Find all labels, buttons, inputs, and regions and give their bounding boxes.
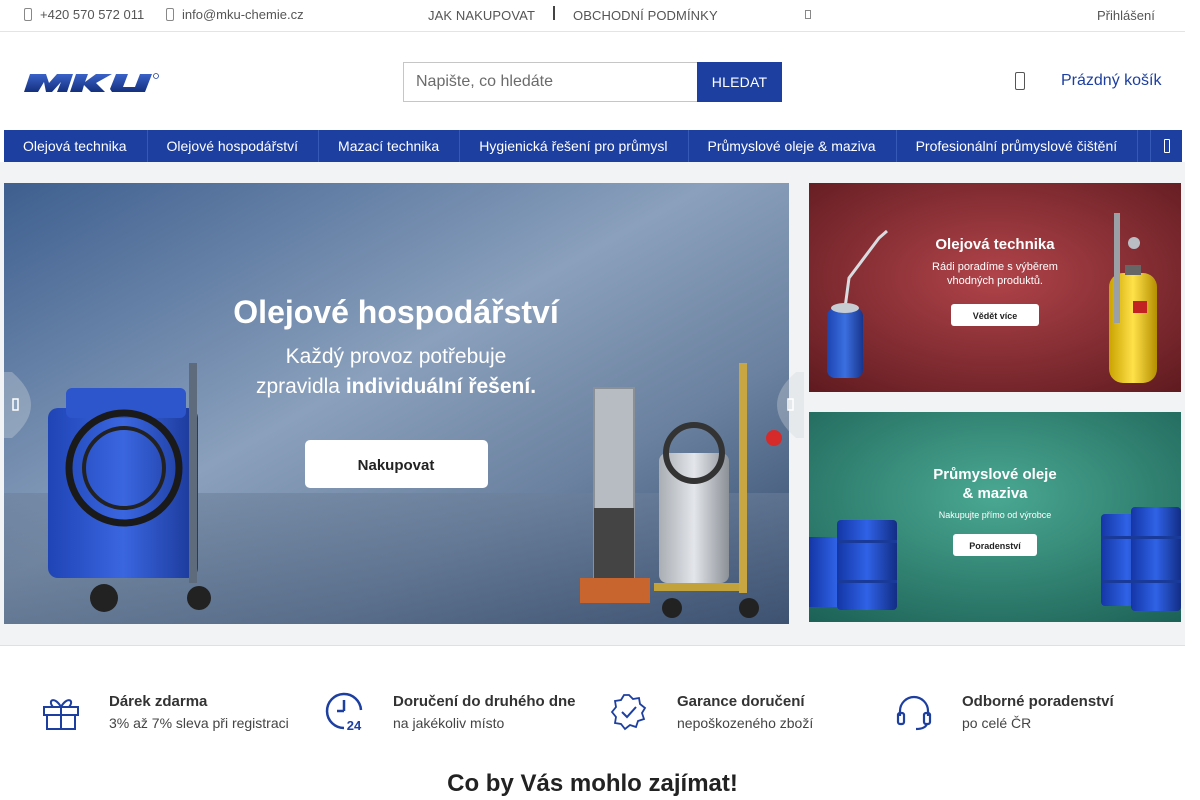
- benefit-subtitle: 3% až 7% sleva při registraci: [109, 715, 289, 731]
- benefit-subtitle: nepoškozeného zboží: [677, 715, 814, 731]
- more-icon: [1163, 139, 1170, 153]
- banner2-title1: Průmyslové oleje: [933, 466, 1056, 483]
- benefit-subtitle: na jakékoliv místo: [393, 715, 505, 731]
- nav-item-mazaci-technika[interactable]: Mazací technika: [319, 130, 461, 162]
- benefit-title: Dárek zdarma: [109, 693, 208, 710]
- benefit-guarantee: Garance doručení nepoškozeného zboží: [609, 692, 813, 733]
- phone-number: +420 570 572 011: [40, 7, 145, 22]
- cart-link[interactable]: Prázdný košík: [1015, 72, 1161, 90]
- hero-slider[interactable]: Olejové hospodářství Každý provoz potřeb…: [4, 183, 789, 624]
- svg-text:24: 24: [347, 718, 362, 732]
- phone-link[interactable]: +420 570 572 011: [24, 7, 144, 22]
- benefit-subtitle: po celé ČR: [962, 715, 1032, 731]
- search-input[interactable]: [403, 62, 697, 102]
- search-form: HLEDAT: [403, 62, 782, 102]
- benefit-title: Doručení do druhého dne: [393, 693, 576, 710]
- phone-icon: [24, 8, 32, 21]
- banner1-line1: Rádi poradíme s výběrem: [932, 261, 1058, 273]
- main-navigation: Olejová technika Olejové hospodářství Ma…: [4, 130, 1182, 162]
- top-bar: +420 570 572 011 info@mku-chemie.cz JAK …: [0, 0, 1185, 32]
- banner2-title2: & maziva: [962, 485, 1028, 502]
- logo[interactable]: [24, 70, 160, 96]
- badge-check-icon: [610, 694, 647, 731]
- slider-prev-button[interactable]: [4, 372, 50, 438]
- mail-icon: [166, 8, 174, 21]
- banner-olejova-technika[interactable]: Olejová technika Rádi poradíme s výběrem…: [809, 183, 1181, 392]
- cart-label: Prázdný košík: [1061, 72, 1162, 89]
- banner2-button-label: Poradenství: [969, 541, 1021, 551]
- banner2-sub: Nakupujte přímo od výrobce: [939, 510, 1052, 520]
- nav-more-button[interactable]: [1150, 130, 1182, 162]
- benefit-delivery: 24 Doručení do druhého dne na jakékoliv …: [325, 692, 576, 733]
- slider-line2-pre: zpravidla: [256, 375, 346, 398]
- benefit-consulting: Odborné poradenství po celé ČR: [894, 692, 1114, 733]
- benefit-gift: Dárek zdarma 3% až 7% sleva při registra…: [41, 692, 289, 733]
- nav-item-olejove-hospodarstvi[interactable]: Olejové hospodářství: [148, 130, 320, 162]
- benefit-title: Garance doručení: [677, 693, 805, 710]
- nav-item-profesionalni-cisteni[interactable]: Profesionální průmyslové čištění: [897, 130, 1139, 162]
- topbar-divider: [553, 6, 555, 20]
- banner-prumyslove-oleje[interactable]: Průmyslové oleje & maziva Nakupujte přím…: [809, 412, 1181, 622]
- clock-24-icon: 24: [325, 692, 363, 732]
- search-button[interactable]: HLEDAT: [697, 62, 782, 102]
- cart-icon: [1015, 72, 1025, 90]
- terms-link[interactable]: OBCHODNÍ PODMÍNKY: [573, 8, 718, 23]
- benefit-title: Odborné poradenství: [962, 693, 1114, 710]
- slider-cta-label: Nakupovat: [358, 457, 435, 474]
- banner2-image: Průmyslové oleje & maziva Nakupujte přím…: [809, 412, 1181, 622]
- banner1-image: Olejová technika Rádi poradíme s výběrem…: [809, 183, 1181, 392]
- slider-line2: zpravidla individuální řešení.: [256, 375, 536, 398]
- email-address: info@mku-chemie.cz: [182, 7, 304, 22]
- gift-icon: [43, 699, 79, 730]
- nav-item-prumyslove-oleje[interactable]: Průmyslové oleje & maziva: [689, 130, 897, 162]
- slider-line2-bold: individuální řešení.: [346, 375, 536, 398]
- nav-item-olejova-technika[interactable]: Olejová technika: [4, 130, 148, 162]
- slider-image: Olejové hospodářství Každý provoz potřeb…: [4, 183, 789, 624]
- mku-logo-icon: [24, 73, 159, 92]
- slider-title: Olejové hospodářství: [233, 294, 560, 330]
- slider-line1: Každý provoz potřebuje: [286, 345, 507, 368]
- banner1-title: Olejová technika: [935, 236, 1055, 253]
- nav-item-hygienicka-reseni[interactable]: Hygienická řešení pro průmysl: [460, 130, 689, 162]
- how-to-buy-link[interactable]: JAK NAKUPOVAT: [428, 8, 535, 23]
- headset-icon: [896, 695, 932, 731]
- banner1-button-label: Vědět více: [973, 311, 1018, 321]
- slider-next-button[interactable]: [758, 372, 804, 438]
- email-link[interactable]: info@mku-chemie.cz: [166, 7, 304, 22]
- section-title: Co by Vás mohlo zajímat!: [447, 770, 738, 797]
- language-icon[interactable]: [805, 10, 811, 19]
- banner1-line2: vhodných produktů.: [947, 275, 1043, 287]
- login-link[interactable]: Přihlášení: [1097, 8, 1155, 23]
